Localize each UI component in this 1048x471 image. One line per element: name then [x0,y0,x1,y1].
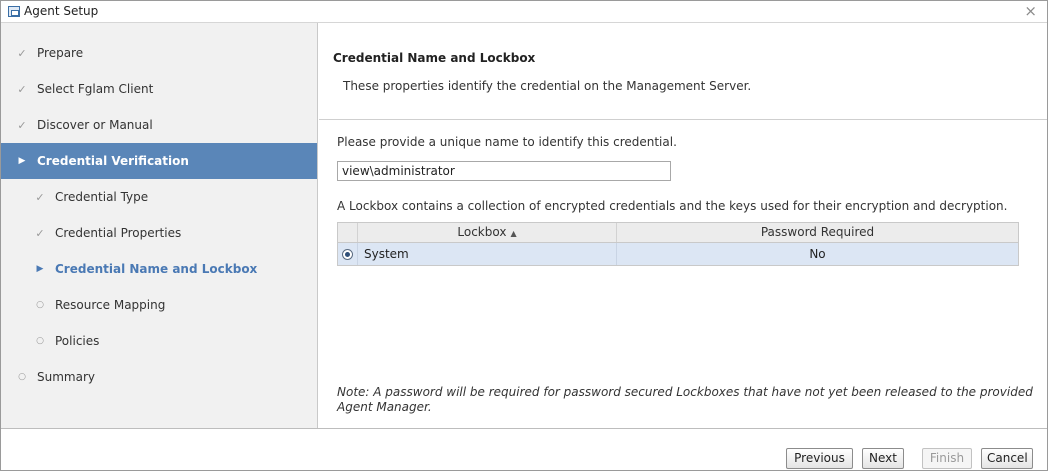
step-select-fglam-client[interactable]: ✓ Select Fglam Client [1,71,317,107]
lockbox-table: Lockbox ▲ Password Required System No [337,222,1019,266]
step-credential-name-and-lockbox[interactable]: ▶ Credential Name and Lockbox [1,251,317,287]
main-panel: Credential Name and Lockbox These proper… [319,23,1047,428]
next-button[interactable]: Next [862,448,904,469]
check-icon: ✓ [35,190,45,204]
step-label: Resource Mapping [55,298,166,312]
step-credential-properties[interactable]: ✓ Credential Properties [1,215,317,251]
step-label: Policies [55,334,100,348]
check-icon: ✓ [17,118,27,132]
step-credential-type[interactable]: ✓ Credential Type [1,179,317,215]
column-header-password-required[interactable]: Password Required [617,223,1018,242]
step-label: Credential Verification [37,154,189,168]
name-prompt: Please provide a unique name to identify… [337,135,677,149]
circle-icon: ○ [36,300,44,310]
check-icon: ✓ [35,226,45,240]
lockbox-cell: System [358,243,617,265]
step-credential-verification[interactable]: ▶ Credential Verification [1,143,317,179]
button-bar: Previous Next Finish Cancel [1,428,1047,470]
cancel-button[interactable]: Cancel [981,448,1033,469]
triangle-right-icon: ▶ [18,156,26,166]
table-row[interactable]: System No [338,243,1018,265]
step-label: Credential Name and Lockbox [55,262,258,276]
previous-button[interactable]: Previous [786,448,853,469]
step-prepare[interactable]: ✓ Prepare [1,35,317,71]
step-label: Discover or Manual [37,118,153,132]
triangle-right-icon: ▶ [36,264,44,274]
step-label: Credential Type [55,190,149,204]
password-required-cell: No [809,247,826,261]
wizard-steps-sidebar: ✓ Prepare ✓ Select Fglam Client ✓ Discov… [1,23,318,428]
close-icon[interactable]: × [1024,2,1037,20]
lockbox-description: A Lockbox contains a collection of encry… [337,199,1008,213]
select-column-header [338,223,358,242]
step-summary[interactable]: ○ Summary [1,359,317,395]
window-title: Agent Setup [24,4,99,18]
title-bar: Agent Setup × [1,1,1047,23]
row-select-cell[interactable] [338,243,358,265]
step-policies[interactable]: ○ Policies [1,323,317,359]
radio-selected-icon[interactable] [342,248,353,260]
page-title: Credential Name and Lockbox [333,51,536,65]
agent-setup-window: Agent Setup × ✓ Prepare ✓ Select Fglam C… [0,0,1048,471]
check-icon: ✓ [17,46,27,60]
step-discover-or-manual[interactable]: ✓ Discover or Manual [1,107,317,143]
circle-icon: ○ [36,336,44,346]
step-label: Prepare [37,46,84,60]
sort-ascending-icon: ▲ [510,229,517,238]
password-note: Note: A password will be required for pa… [337,385,1033,414]
step-label: Summary [37,370,95,384]
window-app-icon [8,6,20,17]
check-icon: ✓ [17,82,27,96]
column-header-label: Lockbox [457,225,507,239]
finish-button: Finish [922,448,972,469]
circle-icon: ○ [18,372,26,382]
column-header-lockbox[interactable]: Lockbox ▲ [358,223,617,242]
step-label: Credential Properties [55,226,182,240]
step-label: Select Fglam Client [37,82,154,96]
step-resource-mapping[interactable]: ○ Resource Mapping [1,287,317,323]
table-header: Lockbox ▲ Password Required [338,223,1018,243]
page-description: These properties identify the credential… [343,79,752,93]
credential-name-input[interactable] [337,161,671,181]
panel-header: Credential Name and Lockbox These proper… [319,23,1047,120]
